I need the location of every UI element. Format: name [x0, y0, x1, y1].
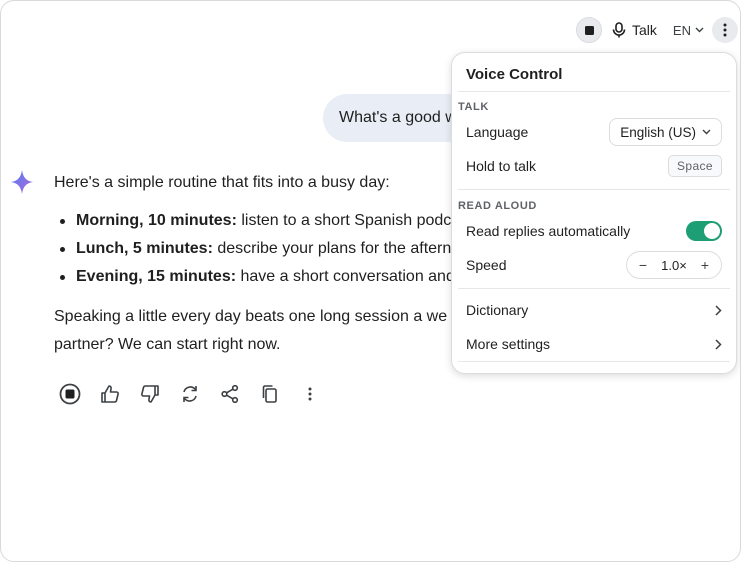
routine-list: Morning, 10 minutes: listen to a short S…: [54, 207, 474, 291]
thumbs-up-icon: [101, 385, 119, 403]
regenerate-icon: [183, 386, 197, 402]
user-message-text: What's a good w: [339, 109, 457, 126]
divider: [458, 288, 730, 289]
list-item-text: have a short conversation and: [236, 268, 455, 285]
share-icon: [221, 384, 239, 404]
section-label-read-aloud: READ ALOUD: [458, 200, 537, 212]
language-row: Language English (US): [466, 117, 722, 147]
reply-outro-line2: partner? We can start right now.: [54, 336, 281, 353]
chat-window: Talk EN What's a good w Here's a simple …: [0, 0, 741, 562]
language-select[interactable]: English (US): [609, 118, 722, 146]
hold-to-talk-label: Hold to talk: [466, 158, 537, 174]
more-vertical-icon: [723, 23, 727, 37]
voice-control-popover: Voice Control TALK Language English (US)…: [451, 52, 737, 374]
chevron-right-icon: [715, 338, 722, 350]
stop-button[interactable]: [576, 17, 602, 43]
language-label: Language: [466, 124, 529, 140]
thumbs-up-button[interactable]: [98, 382, 122, 406]
stop-circle-icon: [59, 383, 81, 405]
reply-intro: Here's a simple routine that fits into a…: [54, 174, 390, 191]
list-item: Evening, 15 minutes: have a short conver…: [54, 263, 474, 291]
speed-decrease-button[interactable]: −: [637, 257, 649, 273]
list-item-text: listen to a short Spanish podc: [236, 212, 452, 229]
section-label-talk: TALK: [458, 101, 489, 113]
list-item-text: describe your plans for the aftern: [212, 240, 452, 257]
dictionary-row[interactable]: Dictionary: [466, 295, 722, 325]
hold-to-talk-row: Hold to talk Space: [466, 151, 722, 181]
list-item: Morning, 10 minutes: listen to a short S…: [54, 207, 474, 235]
chevron-down-icon: [702, 129, 711, 135]
list-item-title: Morning, 10 minutes:: [76, 212, 237, 229]
thumbs-down-icon: [141, 385, 159, 403]
assistant-reply: Here's a simple routine that fits into a…: [54, 169, 474, 359]
list-item-title: Evening, 15 minutes:: [76, 268, 237, 285]
language-code: EN: [672, 22, 691, 38]
more-settings-row[interactable]: More settings: [466, 329, 722, 359]
popover-title: Voice Control: [466, 66, 563, 83]
copy-icon: [262, 385, 277, 403]
auto-read-row: Read replies automatically: [466, 216, 722, 246]
reply-actions: [58, 382, 338, 406]
auto-read-toggle[interactable]: [686, 221, 722, 241]
auto-read-label: Read replies automatically: [466, 223, 631, 239]
share-button[interactable]: [218, 382, 242, 406]
talk-label: Talk: [632, 22, 657, 38]
list-item: Lunch, 5 minutes: describe your plans fo…: [54, 235, 474, 263]
assistant-spark-icon: [11, 170, 33, 194]
chevron-down-icon: [695, 27, 704, 33]
divider: [458, 189, 730, 190]
voice-toolbar: Talk EN: [576, 16, 738, 44]
divider: [458, 91, 730, 92]
speed-stepper: − 1.0× +: [626, 251, 722, 279]
speed-row: Speed − 1.0× +: [466, 250, 722, 280]
hold-key-badge[interactable]: Space: [667, 155, 722, 177]
talk-button[interactable]: Talk: [612, 22, 657, 38]
stop-icon: [584, 25, 594, 35]
language-switch[interactable]: EN: [673, 23, 704, 38]
copy-button[interactable]: [258, 382, 282, 406]
speed-label: Speed: [466, 257, 507, 273]
reply-outro-line1: Speaking a little every day beats one lo…: [54, 308, 448, 325]
microphone-icon: [612, 22, 626, 38]
divider: [458, 361, 730, 362]
speed-increase-button[interactable]: +: [699, 257, 711, 273]
regenerate-button[interactable]: [178, 382, 202, 406]
toggle-knob: [704, 223, 720, 239]
language-value: English (US): [620, 124, 696, 140]
stop-reading-button[interactable]: [58, 382, 82, 406]
more-settings-label: More settings: [466, 336, 551, 352]
speed-value: 1.0×: [661, 257, 687, 273]
dictionary-label: Dictionary: [466, 302, 529, 318]
thumbs-down-button[interactable]: [138, 382, 162, 406]
list-item-title: Lunch, 5 minutes:: [76, 240, 213, 257]
more-actions-button[interactable]: [298, 382, 322, 406]
more-options-button[interactable]: [711, 17, 738, 43]
chevron-right-icon: [715, 304, 722, 316]
more-vertical-icon: [308, 387, 312, 401]
